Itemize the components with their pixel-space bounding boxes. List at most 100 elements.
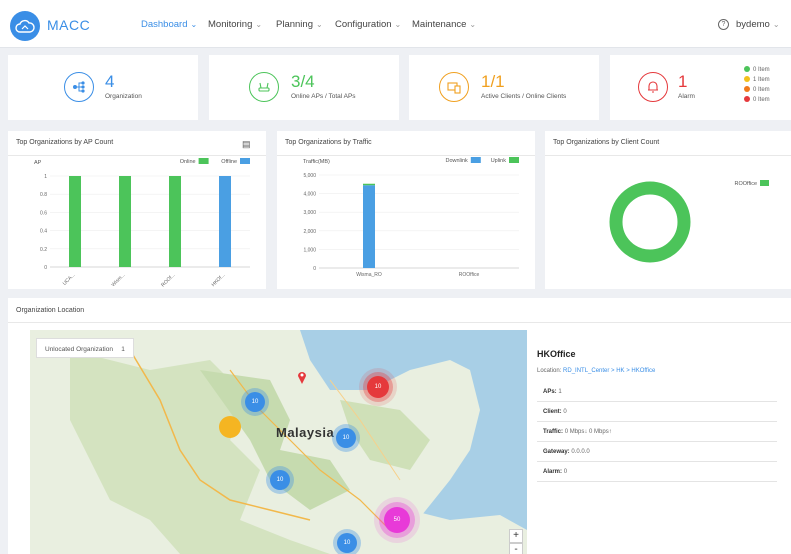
aps-label: Online APs / Total APs — [291, 93, 356, 100]
x-tick-label: Wism... — [110, 272, 126, 287]
nav-label: Planning — [276, 19, 313, 30]
x-tick-label: ROOf... — [160, 272, 176, 287]
legend-label: Online — [180, 159, 196, 165]
bar — [219, 176, 231, 267]
alarm-level-item: 1 Item — [744, 75, 770, 85]
panel-ap-count: Top Organizations by AP Count ▤ AP 0 0.2 0.… — [8, 131, 266, 289]
detail-label: Gateway: — [543, 449, 570, 455]
map-cluster-marker[interactable] — [219, 416, 241, 438]
y-tick-label: 1,000 — [303, 247, 316, 253]
alarm-level-text: 0 Item — [753, 97, 770, 103]
level-dot-icon — [744, 76, 750, 83]
chevron-down-icon: ⌄ — [772, 20, 780, 29]
bell-icon — [638, 72, 668, 102]
nav-maintenance[interactable]: Maintenance ⌄ — [412, 19, 476, 30]
organization-map[interactable]: Unlocated Organization 1 Malaysia 10 10 … — [30, 330, 527, 554]
location-label: Location: — [537, 368, 562, 374]
organization-icon — [64, 72, 94, 102]
detail-label: Traffic: — [543, 429, 564, 435]
map-cluster-marker[interactable]: 50 — [384, 507, 410, 533]
location-path-link[interactable]: RD_INTL_Center > HK > HKOffice — [563, 368, 655, 374]
panel-title: Top Organizations by Traffic — [285, 139, 372, 146]
y-tick-label: 0 — [44, 265, 47, 271]
legend-label: Offline — [221, 159, 237, 165]
legend-label: Uplink — [491, 158, 507, 164]
alarm-level-text: 0 Item — [753, 87, 770, 93]
legend-swatch — [509, 157, 519, 163]
bar — [169, 176, 181, 267]
brand-name[interactable]: MACC — [47, 17, 90, 33]
bar — [363, 185, 375, 268]
y-axis-title: AP — [34, 160, 42, 166]
nav-configuration[interactable]: Configuration ⌄ — [335, 19, 401, 30]
chevron-down-icon: ⌄ — [394, 20, 402, 29]
y-tick-label: 0 — [313, 266, 316, 272]
bar — [119, 176, 131, 267]
y-tick-label: 5,000 — [303, 173, 316, 179]
alarm-level-item: 0 Item — [744, 95, 770, 105]
unlocated-organization-button[interactable]: Unlocated Organization 1 — [36, 338, 134, 358]
map-country-label: Malaysia — [276, 425, 335, 440]
bar — [363, 183, 375, 186]
nav-label: Monitoring — [208, 19, 253, 30]
legend-swatch — [198, 158, 209, 164]
nav-label: Maintenance — [412, 19, 467, 30]
y-tick-label: 0.6 — [40, 210, 47, 216]
divider — [8, 322, 791, 323]
username: bydemo — [736, 19, 770, 30]
aps-count: 3/4 — [291, 72, 315, 91]
detail-value: 0.0.0.0 — [571, 449, 590, 455]
devices-icon — [439, 72, 469, 102]
ap-count-chart: AP 0 0.2 0.4 0.6 0.8 1 Offline Online UCA... Wism.… — [34, 158, 250, 287]
x-tick-label: UCA... — [62, 272, 77, 287]
nav-dashboard[interactable]: Dashboard ⌄ — [141, 19, 197, 30]
cloud-logo-icon[interactable] — [10, 11, 40, 41]
org-detail-row: Traffic: 0 Mbps↓ 0 Mbps↑ — [537, 422, 777, 442]
stat-card-organization[interactable]: 4 Organization — [8, 55, 198, 120]
y-tick-label: 0.4 — [40, 229, 47, 235]
traffic-chart: Traffic(MB) 0 1,000 2,000 3,000 4,000 5,000 Upl… — [303, 157, 519, 278]
clients-count: 1/1 — [481, 72, 505, 91]
y-axis-title: Traffic(MB) — [303, 159, 330, 165]
stat-card-aps[interactable]: 3/4 Online APs / Total APs — [209, 55, 399, 120]
nav-monitoring[interactable]: Monitoring ⌄ — [208, 19, 262, 30]
alarm-level-item: 0 Item — [744, 85, 770, 95]
map-cluster-marker[interactable]: 10 — [337, 533, 357, 553]
legend-swatch — [240, 158, 250, 164]
map-pin-icon[interactable] — [297, 370, 307, 384]
y-tick-label: 0.2 — [40, 247, 47, 253]
nav-label: Configuration — [335, 19, 392, 30]
y-tick-label: 2,000 — [303, 229, 316, 235]
map-cluster-marker[interactable]: 10 — [336, 428, 356, 448]
nav-planning[interactable]: Planning ⌄ — [276, 19, 323, 30]
bar — [69, 176, 81, 267]
y-tick-label: 1 — [44, 174, 47, 180]
client-count-chart: ROOffice — [609, 180, 769, 263]
map-cluster-marker[interactable]: 10 — [367, 376, 389, 398]
y-tick-label: 4,000 — [303, 192, 316, 198]
org-detail-row: Alarm: 0 — [537, 462, 777, 482]
y-tick-label: 0.8 — [40, 192, 47, 198]
user-menu[interactable]: bydemo ⌄ — [736, 19, 780, 30]
map-cluster-marker[interactable]: 10 — [245, 392, 265, 412]
alarm-count: 1 — [678, 72, 688, 91]
zoom-in-button[interactable]: + — [509, 529, 523, 543]
legend-label: ROOffice — [734, 181, 757, 187]
map-cluster-marker[interactable]: 10 — [270, 470, 290, 490]
org-detail-name: HKOffice — [537, 349, 576, 359]
clients-label: Active Clients / Online Clients — [481, 93, 567, 100]
legend-swatch — [760, 180, 769, 186]
menu-icon[interactable]: ▤ — [242, 139, 251, 150]
alarm-level-list: 0 Item 1 Item 0 Item 0 Item — [744, 65, 770, 105]
panel-client-count: Top Organizations by Client Count ROOffi… — [545, 131, 791, 289]
organization-count: 4 — [105, 72, 115, 91]
zoom-out-button[interactable]: - — [509, 543, 523, 554]
pie-slice — [609, 181, 691, 263]
question-circle-icon[interactable]: ? — [718, 19, 729, 30]
router-icon — [249, 72, 279, 102]
detail-value: 0 — [563, 409, 567, 415]
panel-title: Organization Location — [16, 307, 85, 314]
y-tick-label: 3,000 — [303, 210, 316, 216]
stat-card-clients[interactable]: 1/1 Active Clients / Online Clients — [409, 55, 599, 120]
legend-label: Downlink — [445, 158, 468, 164]
